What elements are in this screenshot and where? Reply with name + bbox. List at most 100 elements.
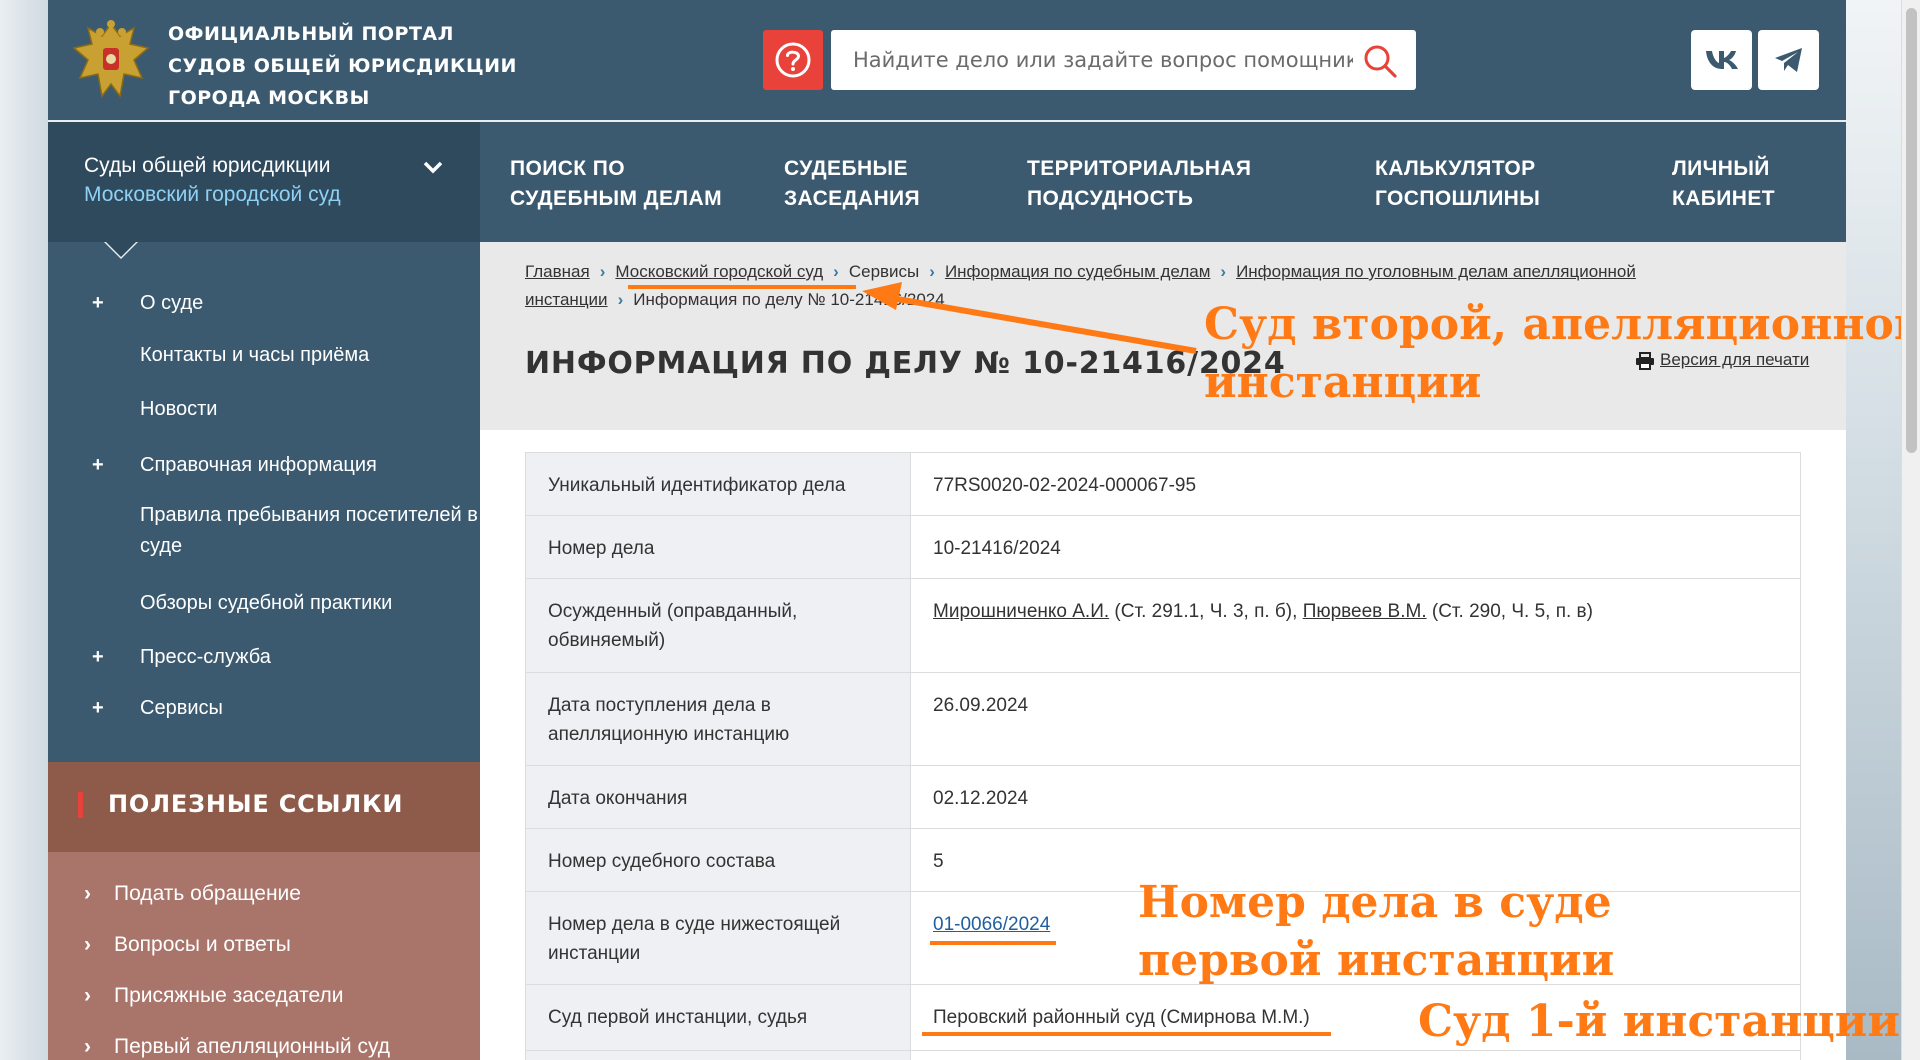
expand-plus-icon[interactable]: + xyxy=(92,288,110,319)
court-selector-title: Суды общей юрисдикции xyxy=(84,154,331,177)
row-value xyxy=(910,1050,1801,1060)
sidebar-item-label: Новости xyxy=(140,398,218,420)
lower-case-link[interactable]: 01-0066/2024 xyxy=(933,914,1050,935)
nav-item-label: подсудность xyxy=(1027,187,1194,210)
breadcrumb-separator: › xyxy=(929,262,935,281)
row-label: Номер судебного состава xyxy=(525,828,911,892)
chevron-down-icon xyxy=(423,161,443,174)
vk-button[interactable] xyxy=(1691,30,1752,90)
court-selector-value: Московский городской суд xyxy=(84,183,341,206)
sidebar-item-label: Справочная информация xyxy=(140,454,377,476)
breadcrumb-services: Сервисы xyxy=(848,262,920,281)
useful-link-label: Подать обращение xyxy=(114,882,301,905)
row-label: Уникальный идентификатор дела xyxy=(525,452,911,516)
nav-item-label: Территориальная xyxy=(1027,157,1252,180)
table-row: Осужденный (оправданный, обвиняемый) Мир… xyxy=(525,578,1801,673)
nav-item-label: заседания xyxy=(784,187,921,210)
breadcrumb-current: Информация по делу № 10-21416/2024 xyxy=(633,290,945,309)
expand-plus-icon[interactable]: + xyxy=(92,693,110,724)
chevron-right-icon: › xyxy=(84,882,91,905)
site-header: Официальный портал судов общей юрисдикци… xyxy=(48,0,1846,120)
row-value: 26.09.2024 xyxy=(910,672,1801,766)
page-background-right xyxy=(1846,0,1901,1060)
row-label: Осужденный (оправданный, обвиняемый) xyxy=(525,578,911,673)
breadcrumb-court[interactable]: Московский городской суд xyxy=(615,262,823,281)
breadcrumb-criminal-line: Информация по уголовным делам апелляцион… xyxy=(1236,262,1636,281)
breadcrumb-home[interactable]: Главная xyxy=(525,262,590,281)
annotation-appeal-court: Суд второй, апелляционной инстанции xyxy=(1204,296,1920,412)
main-nav: Суды общей юрисдикции Московский городск… xyxy=(48,120,1846,242)
useful-links-header: Полезные ссылки xyxy=(48,762,480,852)
portal-title[interactable]: Официальный портал судов общей юрисдикци… xyxy=(168,18,517,114)
useful-links-title: Полезные ссылки xyxy=(108,790,404,818)
selector-pointer-inner xyxy=(106,242,136,257)
expand-plus-icon[interactable]: + xyxy=(92,642,110,673)
portal-title-line: судов общей юрисдикции xyxy=(168,55,517,77)
breadcrumb-case-info[interactable]: Информация по судебным делам xyxy=(945,262,1210,281)
useful-link-label: Первый апелляционный суд xyxy=(114,1035,391,1058)
question-icon xyxy=(775,42,811,78)
useful-links-list: › Подать обращение › Вопросы и ответы › … xyxy=(48,852,480,1060)
breadcrumb-criminal-line: инстанции xyxy=(525,290,608,309)
row-label: Дата окончания xyxy=(525,765,911,829)
breadcrumb-separator: › xyxy=(833,262,839,281)
useful-link-label: Вопросы и ответы xyxy=(114,933,291,956)
telegram-icon xyxy=(1774,48,1802,72)
table-row: Дата окончания 02.12.2024 xyxy=(525,765,1801,829)
chevron-right-icon: › xyxy=(84,933,91,956)
nav-jurisdiction[interactable]: Территориальная подсудность xyxy=(1027,154,1251,214)
defendant-link[interactable]: Мирошниченко А.И. xyxy=(933,601,1109,622)
page-background-left xyxy=(0,0,48,1060)
accent-bar xyxy=(78,792,83,818)
sidebar-item-label: Правила пребывания посетителей в суде xyxy=(140,504,478,557)
sidebar-item-label: Пресс-служба xyxy=(140,646,271,668)
defendant-article: (Ст. 290, Ч. 5, п. в) xyxy=(1426,601,1593,622)
table-row xyxy=(525,1050,1801,1060)
court-selector[interactable]: Суды общей юрисдикции Московский городск… xyxy=(48,122,480,242)
breadcrumb-separator: › xyxy=(1220,262,1227,281)
nav-item-label: Личный xyxy=(1672,157,1770,180)
nav-item-label: кабинет xyxy=(1672,187,1775,210)
annotation-line: инстанции xyxy=(1204,357,1482,408)
chevron-right-icon: › xyxy=(84,984,91,1007)
sidebar-item-label: Обзоры судебной практики xyxy=(140,592,393,614)
telegram-button[interactable] xyxy=(1758,30,1819,90)
page-scrollbar[interactable] xyxy=(1901,0,1920,1060)
nav-court-sessions[interactable]: Судебные заседания xyxy=(784,154,920,214)
chevron-right-icon: › xyxy=(84,1035,91,1058)
search-box xyxy=(831,30,1416,90)
sidebar-item-label: О суде xyxy=(140,292,204,314)
nav-case-search[interactable]: Поиск по судебным делам xyxy=(510,154,722,214)
row-label: Дата поступления дела в апелляционную ин… xyxy=(525,672,911,766)
nav-item-label: Судебные xyxy=(784,157,908,180)
table-row: Уникальный идентификатор дела 77RS0020-0… xyxy=(525,452,1801,516)
nav-item-label: судебным делам xyxy=(510,187,722,210)
portal-title-line: города Москвы xyxy=(168,87,370,109)
sidebar: + О суде Контакты и часы приёма Новости … xyxy=(48,242,480,762)
row-label: Номер дела xyxy=(525,515,911,579)
page-title: Информация по делу № 10-21416/2024 xyxy=(525,346,1286,381)
annotation-first-court: Суд 1-й инстанции xyxy=(1418,996,1901,1047)
nav-item-label: госпошлины xyxy=(1375,187,1541,210)
defendant-link[interactable]: Пюрвеев В.М. xyxy=(1303,601,1427,622)
help-button[interactable] xyxy=(763,30,823,90)
sidebar-item-label: Контакты и часы приёма xyxy=(140,344,370,366)
annotation-line: Суд второй, апелляционной xyxy=(1204,299,1920,350)
annotation-first-case-number: Номер дела в суде первой инстанции xyxy=(1138,874,1614,990)
coat-of-arms-icon[interactable] xyxy=(70,18,152,106)
table-row: Дата поступления дела в апелляционную ин… xyxy=(525,672,1801,766)
table-row: Номер дела 10-21416/2024 xyxy=(525,515,1801,579)
row-label xyxy=(525,1050,911,1060)
expand-plus-icon[interactable]: + xyxy=(92,450,110,481)
row-value: 10-21416/2024 xyxy=(910,515,1801,579)
scrollbar-thumb[interactable] xyxy=(1906,8,1917,453)
sidebar-item-label: Сервисы xyxy=(140,697,223,719)
useful-link-label: Присяжные заседатели xyxy=(114,984,344,1007)
breadcrumb-separator: › xyxy=(599,262,606,281)
nav-personal-account[interactable]: Личный кабинет xyxy=(1672,154,1775,214)
search-icon[interactable] xyxy=(1362,43,1398,79)
row-value: 02.12.2024 xyxy=(910,765,1801,829)
nav-fee-calculator[interactable]: Калькулятор госпошлины xyxy=(1375,154,1540,214)
annotation-line: Номер дела в суде xyxy=(1138,877,1612,928)
search-input[interactable] xyxy=(853,30,1353,90)
